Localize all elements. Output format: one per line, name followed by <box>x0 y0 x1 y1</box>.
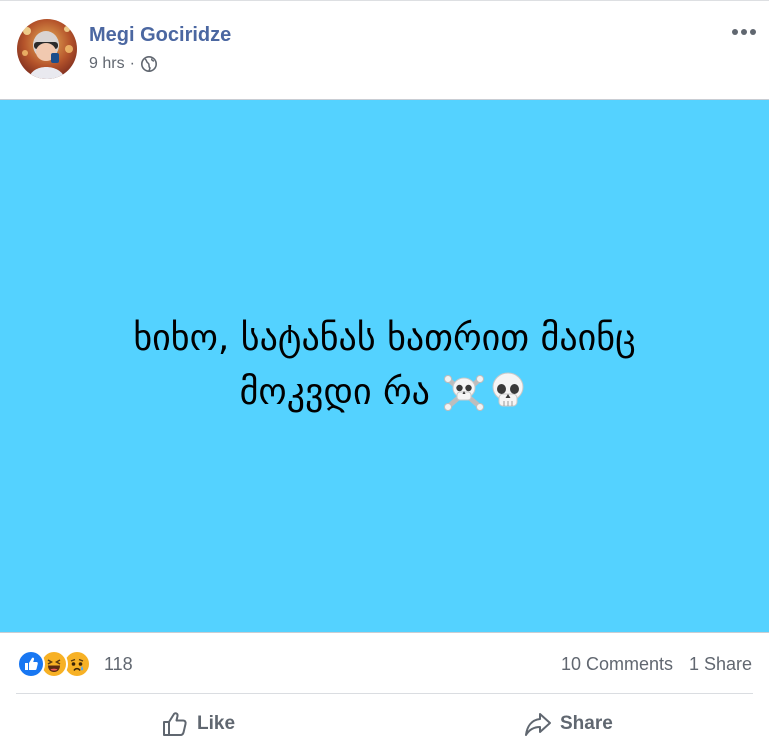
more-options-icon[interactable] <box>731 19 757 45</box>
globe-icon[interactable] <box>140 55 158 73</box>
thumbs-up-icon <box>163 712 187 736</box>
status-line-2-wrap: მოკვდი რა <box>55 366 715 420</box>
meta-separator: · <box>129 55 135 72</box>
reaction-icons[interactable] <box>17 650 101 678</box>
author-avatar[interactable] <box>17 19 77 79</box>
post-meta: 9 hrs · <box>89 55 158 73</box>
author-name[interactable]: Megi Gociridze <box>89 24 231 47</box>
reaction-count[interactable]: 118 <box>104 654 133 675</box>
status-text: ხიხო, სატანას ხათრით მაინც მოკვდი რა <box>55 312 715 420</box>
skull-emoji <box>487 370 529 412</box>
share-button[interactable]: Share <box>524 706 613 742</box>
like-label: Like <box>197 713 236 734</box>
skull-and-crossbones-emoji <box>443 370 485 412</box>
reactions-summary: 118 10 Comments 1 Share <box>0 633 769 693</box>
post-header: Megi Gociridze 9 hrs · <box>0 1 769 99</box>
share-arrow-icon <box>525 713 551 736</box>
share-label: Share <box>560 713 613 734</box>
like-button[interactable]: Like <box>161 706 235 742</box>
shares-count-link[interactable]: 1 Share <box>689 654 752 675</box>
post-time[interactable]: 9 hrs <box>89 55 125 73</box>
status-line-1: ხიხო, სატანას ხათრით მაინც <box>133 318 636 359</box>
comments-count-link[interactable]: 10 Comments <box>561 654 673 675</box>
status-background: ხიხო, სატანას ხათრით მაინც მოკვდი რა <box>0 99 769 633</box>
post-actions: Like Share <box>0 694 769 753</box>
feed-post: Megi Gociridze 9 hrs · ხიხო, სატანას ხათ… <box>0 0 769 753</box>
like-reaction-icon <box>17 650 45 678</box>
status-line-2: მოკვდი რა <box>239 372 430 413</box>
